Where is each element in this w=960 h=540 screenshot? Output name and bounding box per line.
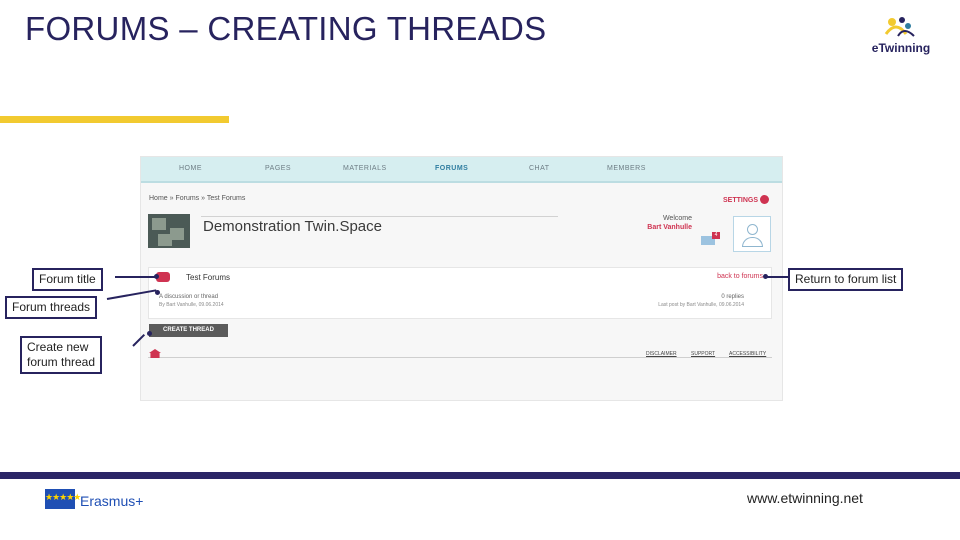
nav-forums[interactable]: FORUMS	[435, 165, 468, 172]
twinspace-screenshot: HOME PAGES MATERIALS FORUMS CHAT MEMBERS…	[140, 156, 783, 401]
callout-line-forum-title	[115, 276, 155, 278]
callout-line-return	[765, 276, 788, 278]
callout-create-thread: Create new forum thread	[20, 336, 103, 374]
eu-flag-icon: ★★★★★	[45, 489, 81, 509]
avatar-body-icon	[742, 237, 763, 247]
callout-dot-forum-threads	[155, 290, 160, 295]
twinspace-title: Demonstration Twin.Space	[203, 218, 382, 235]
website-url[interactable]: www.etwinning.net	[747, 490, 863, 506]
callout-dot-forum-title	[154, 274, 159, 279]
callout-forum-threads: Forum threads	[5, 296, 98, 319]
thread-author: By Bart Vanhulle, 09.06.2014	[159, 302, 224, 308]
twinspace-nav: HOME PAGES MATERIALS FORUMS CHAT MEMBERS	[141, 157, 782, 183]
footer-link-disclaimer[interactable]: DISCLAIMER	[646, 351, 677, 357]
forum-title: Test Forums	[186, 273, 231, 282]
thread-replies: 0 replies	[721, 294, 744, 300]
breadcrumb[interactable]: Home » Forums » Test Forums	[149, 195, 245, 202]
nav-pages[interactable]: PAGES	[265, 165, 291, 172]
erasmus-logo-text: Erasmus+	[80, 493, 144, 509]
title-divider	[201, 216, 558, 217]
thread-last-post: Last post by Bart Vanhulle, 09.06.2014	[658, 302, 744, 308]
callout-forum-title: Forum title	[32, 268, 103, 291]
back-to-forums-link[interactable]: back to forums	[717, 273, 763, 280]
callout-dot-return	[763, 274, 768, 279]
settings-link[interactable]: SETTINGS	[723, 197, 758, 204]
avatar[interactable]	[733, 216, 771, 252]
mail-count-badge: 4	[712, 232, 720, 239]
etwinning-figures-icon	[884, 17, 915, 37]
callout-create-line2: forum thread	[27, 355, 96, 369]
callout-dot-create-thread	[147, 331, 152, 336]
screenshot-footer	[148, 348, 772, 358]
nav-materials[interactable]: MATERIALS	[343, 165, 387, 172]
welcome-label: Welcome	[662, 215, 692, 222]
nav-chat[interactable]: CHAT	[529, 165, 550, 172]
user-name[interactable]: Bart Vanhulle	[647, 224, 692, 231]
bottom-bar	[0, 472, 960, 479]
forum-panel: Test Forums back to forums A discussion …	[148, 267, 772, 319]
nav-home[interactable]: HOME	[179, 165, 202, 172]
accent-bar	[0, 116, 229, 123]
nav-members[interactable]: MEMBERS	[607, 165, 646, 172]
avatar-head-icon	[747, 224, 758, 235]
create-thread-button[interactable]: CREATE THREAD	[149, 324, 228, 337]
welcome-block: Welcome Bart Vanhulle	[647, 214, 692, 232]
callout-create-line1: Create new	[27, 340, 89, 354]
logo-text: eTwinning	[871, 41, 931, 55]
twinspace-image	[148, 214, 190, 248]
footer-link-support[interactable]: SUPPORT	[691, 351, 715, 357]
gear-icon[interactable]	[760, 195, 769, 204]
thread-title-link[interactable]: A discussion or thread	[159, 294, 218, 300]
slide-title: FORUMS – CREATING THREADS	[25, 10, 547, 47]
callout-return-to-list: Return to forum list	[788, 268, 904, 291]
etwinning-logo: eTwinning	[866, 14, 936, 58]
footer-link-accessibility[interactable]: ACCESSIBILITY	[729, 351, 766, 357]
